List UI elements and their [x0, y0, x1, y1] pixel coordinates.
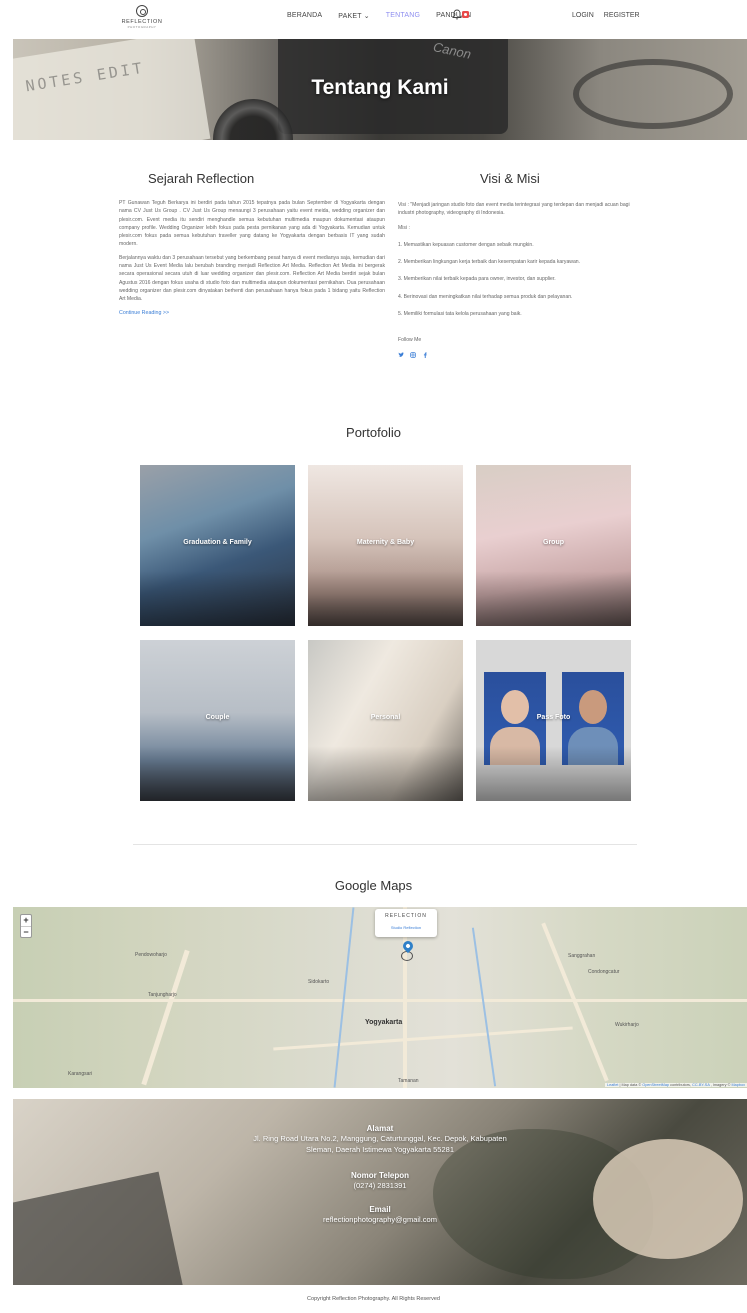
facebook-icon[interactable] — [422, 352, 428, 358]
phone-block: Nomor Telepon (0274) 2831391 — [13, 1171, 747, 1191]
visi-text: Visi : "Menjadi jaringan studio foto dan… — [398, 202, 630, 217]
zoom-out-button[interactable]: − — [21, 926, 31, 937]
sejarah-paragraph-1: PT Gunawan Teguh Berkarya ini berdiri pa… — [119, 200, 385, 248]
map-label: Pendowoharjo — [135, 952, 167, 958]
portfolio-tile-label: Graduation & Family — [183, 539, 252, 546]
misi-item: 4. Berinovasi dan meningkatkan nilai ter… — [398, 293, 573, 300]
phone-value: (0274) 2831391 — [353, 1181, 407, 1190]
email-label: Email — [369, 1205, 391, 1214]
section-divider — [133, 844, 637, 845]
sejarah-title: Sejarah Reflection — [148, 171, 255, 186]
attribution-imagery: , Imagery © — [710, 1083, 731, 1087]
address-line: Sleman, Daerah Istimewa Yogyakarta 55281 — [305, 1145, 454, 1154]
login-link[interactable]: LOGIN — [572, 12, 594, 19]
map-road — [13, 999, 747, 1002]
attribution-license-link[interactable]: CC-BY-SA — [692, 1083, 710, 1087]
map-widget[interactable]: Pendowoharjo Tanjungharjo Sidokarto Kara… — [13, 907, 747, 1088]
nav-item-tentang[interactable]: TENTANG — [386, 12, 420, 20]
contact-section: Alamat Jl. Ring Road Utara No.2, Manggun… — [13, 1099, 747, 1285]
portfolio-tile-label: Group — [543, 539, 564, 546]
attribution-contrib: contributors, — [670, 1083, 692, 1087]
map-road — [273, 1026, 573, 1051]
map-zoom-control: + − — [20, 914, 32, 938]
portfolio-tile-couple[interactable]: Couple — [140, 640, 295, 801]
phone-label: Nomor Telepon — [350, 1171, 410, 1180]
follow-me-label: Follow Me — [398, 337, 422, 344]
visi-misi-title: Visi & Misi — [480, 171, 540, 186]
misi-item: 1. Memastikan kepuasan customer dengan s… — [398, 241, 534, 248]
map-label: Wukirharjo — [615, 1022, 639, 1028]
map-label: Karangsari — [68, 1071, 93, 1077]
notification-badge — [462, 11, 469, 18]
email-value[interactable]: reflectionphotography@gmail.com — [13, 1214, 747, 1225]
continue-reading-link[interactable]: Continue Reading >> — [119, 309, 385, 317]
hero-banner: NOTES EDIT Canon Tentang Kami — [13, 39, 747, 140]
map-label: Condongcatur — [588, 969, 620, 975]
attribution-mapbox-link[interactable]: Mapbox — [731, 1083, 745, 1087]
misi-item: 2. Memberikan lingkungan kerja terbaik d… — [398, 259, 581, 266]
map-city-label: Yogyakarta — [365, 1019, 403, 1026]
portfolio-tile-group[interactable]: Group — [476, 465, 631, 626]
popup-logo: REFLECTION — [385, 913, 427, 919]
portfolio-tile-label: Pass Foto — [536, 714, 571, 721]
auth-links: LOGIN REGISTER — [572, 12, 640, 19]
map-road — [541, 922, 609, 1082]
register-link[interactable]: REGISTER — [604, 12, 640, 19]
attribution-leaflet-link[interactable]: Leaflet — [607, 1083, 618, 1087]
copyright-text: Copyright Reflection Photography. All Ri… — [307, 1296, 440, 1302]
sejarah-paragraph-2: Berjalannya waktu dan 3 perusahaan terse… — [119, 254, 385, 303]
sejarah-content: PT Gunawan Teguh Berkarya ini berdiri pa… — [119, 199, 385, 317]
nav-item-paket[interactable]: PAKET ⌄ — [338, 12, 370, 20]
misi-item: 5. Memiliki formulasi tata kelola perusa… — [398, 311, 522, 318]
misi-item: 3. Memberikan nilai terbaik kepada para … — [398, 276, 556, 283]
portfolio-tile-label: Couple — [205, 714, 230, 721]
popup-link[interactable]: Studio Reflection — [375, 925, 437, 930]
contact-bg-cup — [593, 1139, 743, 1259]
map-label: Tamanan — [398, 1078, 419, 1084]
map-label: Tanjungharjo — [148, 992, 177, 998]
address-line: Jl. Ring Road Utara No.2, Manggung, Catu… — [253, 1134, 507, 1143]
site-logo[interactable]: REFLECTION PHOTOGRAPHY — [117, 5, 167, 33]
twitter-icon[interactable] — [398, 352, 404, 358]
map-label: Sidokarto — [308, 979, 330, 985]
map-river — [471, 927, 497, 1087]
maps-title: Google Maps — [334, 878, 413, 893]
map-attribution: Leaflet | Map data © OpenStreetMap contr… — [604, 1083, 747, 1087]
portfolio-tile-graduation[interactable]: Graduation & Family — [140, 465, 295, 626]
logo-mark-icon — [136, 5, 148, 17]
navbar: REFLECTION PHOTOGRAPHY BERANDA PAKET ⌄ T… — [0, 0, 747, 36]
portfolio-title: Portofolio — [346, 425, 401, 440]
map-label: Sanggrahan — [568, 953, 596, 959]
portfolio-tile-pass-foto[interactable]: Pass Foto — [476, 640, 631, 801]
portfolio-tile-label: Maternity & Baby — [356, 539, 415, 546]
attribution-osm-link[interactable]: OpenStreetMap — [642, 1083, 669, 1087]
bell-icon[interactable] — [452, 9, 462, 20]
map-popup[interactable]: REFLECTION Studio Reflection — [375, 909, 437, 937]
visi-misi-content: Visi : "Menjadi jaringan studio foto dan… — [398, 201, 638, 358]
map-road — [141, 949, 190, 1086]
page-title: Tentang Kami — [311, 76, 449, 99]
logo-subtext: PHOTOGRAPHY — [127, 25, 157, 29]
pass-photo-cloth — [490, 727, 540, 765]
portfolio-tile-personal[interactable]: Personal — [308, 640, 463, 801]
instagram-icon[interactable] — [410, 351, 416, 358]
address-block: Alamat Jl. Ring Road Utara No.2, Manggun… — [13, 1124, 747, 1155]
social-links — [398, 351, 638, 358]
address-label: Alamat — [366, 1124, 394, 1133]
portfolio-tile-label: Personal — [370, 714, 401, 721]
pass-photo-cloth — [568, 727, 618, 765]
attribution-text: | Map data © — [619, 1083, 642, 1087]
misi-label: Misi : — [398, 224, 410, 231]
nav-item-beranda[interactable]: BERANDA — [287, 12, 322, 20]
zoom-in-button[interactable]: + — [21, 915, 31, 926]
map-river — [333, 907, 355, 1088]
portfolio-tile-maternity[interactable]: Maternity & Baby — [308, 465, 463, 626]
email-block: Email reflectionphotography@gmail.com — [13, 1205, 747, 1225]
